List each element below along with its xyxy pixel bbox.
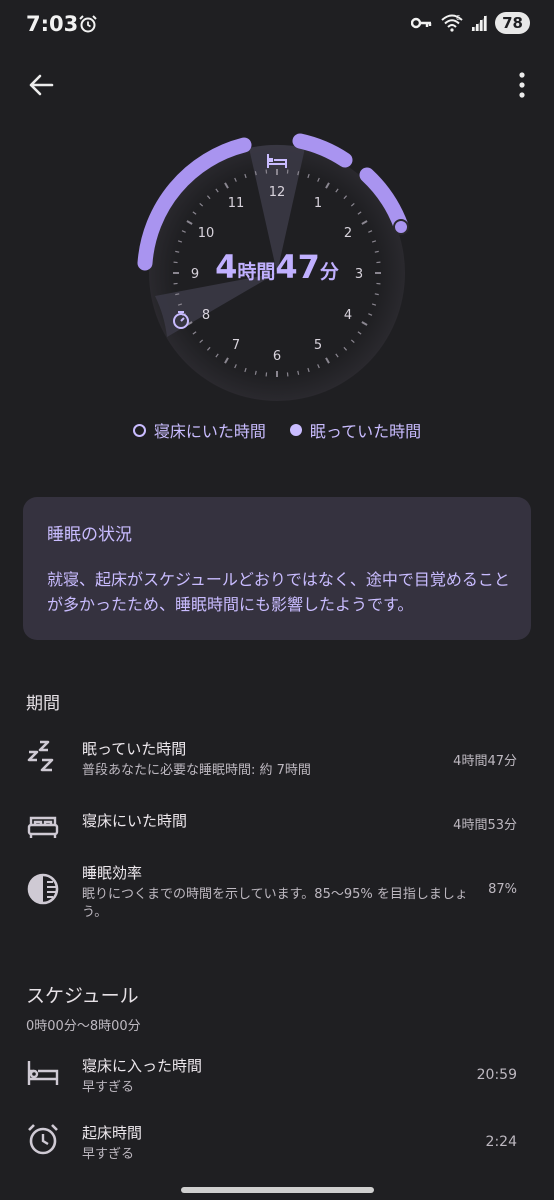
row-value: 20:59 <box>476 1067 517 1083</box>
status-time: 7:03 <box>26 12 79 36</box>
card-body: 就寝、起床がスケジュールどおりではなく、途中で目覚めることが多かったため、睡眠時… <box>47 570 510 614</box>
schedule-title: スケジュール <box>26 985 139 1007</box>
alarm-icon <box>28 1124 58 1155</box>
key-icon <box>411 17 432 29</box>
home-indicator[interactable] <box>181 1187 374 1193</box>
dial-hour-number: 4 <box>344 308 352 323</box>
dial-hour-number: 8 <box>202 308 210 323</box>
bed-icon <box>27 1061 59 1085</box>
cell-signal-icon <box>471 15 488 31</box>
row-subtext: 早すぎる <box>82 1080 135 1095</box>
dial-hour-number: 12 <box>269 185 286 200</box>
dial-hour-number: 6 <box>273 349 281 364</box>
row-value: 4時間47分 <box>453 754 517 769</box>
dial-tick <box>175 293 180 296</box>
outline-dot-icon <box>132 423 146 437</box>
wifi-icon: 6 <box>441 14 463 32</box>
arc-end-handle <box>393 219 409 235</box>
row-label: 寝床に入った時間 <box>82 1057 203 1075</box>
battery-indicator: 78 <box>495 12 530 34</box>
legend-asleep-label: 眠っていた時間 <box>309 422 422 441</box>
row-value: 2:24 <box>485 1134 517 1150</box>
dial-tick <box>374 293 379 296</box>
zzz-icon <box>27 740 54 772</box>
alarm-status-icon <box>79 15 97 33</box>
row-value: 87% <box>488 882 517 897</box>
dial-legend: 寝床にいた時間 眠っていた時間 <box>0 418 554 442</box>
card-title: 睡眠の状況 <box>47 525 132 545</box>
dial-hour-number: 10 <box>198 226 215 241</box>
filled-dot-icon <box>289 424 302 436</box>
dial-hour-number: 7 <box>232 338 240 353</box>
duration-hours-unit: 時間 <box>237 261 276 283</box>
dial-tick <box>254 171 257 176</box>
legend-in-bed: 寝床にいた時間 <box>132 418 266 442</box>
dial-tick <box>254 370 257 375</box>
duration-minutes: 47 <box>275 248 320 286</box>
duration-minutes-unit: 分 <box>319 261 339 283</box>
efficiency-icon <box>27 873 59 905</box>
row-label: 睡眠効率 <box>82 864 143 882</box>
legend-asleep: 眠っていた時間 <box>289 418 422 442</box>
dial-hour-number: 5 <box>314 338 322 353</box>
duration-hours: 4 <box>215 248 238 286</box>
schedule-range: 0時00分～8時00分 <box>26 1019 141 1034</box>
row-subtext: 眠りにつくまでの時間を示しています。85～95% を目指しましょう。 <box>82 887 468 920</box>
row-label: 寝床にいた時間 <box>82 812 188 830</box>
dial-tick <box>297 171 300 176</box>
sleep-dial: 12 1 2 3 4 5 6 7 8 9 10 11 4時間47分 <box>127 123 427 423</box>
dial-hour-number: 2 <box>344 226 352 241</box>
sleep-duration: 4時間47分 <box>127 248 427 286</box>
legend-in-bed-label: 寝床にいた時間 <box>153 422 266 441</box>
row-label: 起床時間 <box>82 1124 143 1142</box>
more-options-icon[interactable] <box>512 70 532 100</box>
row-subtext: 早すぎる <box>82 1147 135 1162</box>
row-value: 4時間53分 <box>453 818 517 833</box>
dial-tick <box>297 370 300 375</box>
dial-hour-number: 1 <box>314 196 322 211</box>
period-title: 期間 <box>26 694 60 714</box>
row-label: 眠っていた時間 <box>82 740 187 758</box>
wifi-badge: 6 <box>456 14 461 22</box>
bed-icon <box>27 816 59 838</box>
back-arrow-icon[interactable] <box>26 70 56 100</box>
dial-hour-number: 11 <box>228 196 245 211</box>
sleep-status-card: 睡眠の状況 就寝、起床がスケジュールどおりではなく、途中で目覚めることが多かった… <box>23 497 531 640</box>
row-subtext: 普段あなたに必要な睡眠時間: 約 7時間 <box>82 763 311 778</box>
status-bar: 7:03 6 78 <box>0 0 554 52</box>
